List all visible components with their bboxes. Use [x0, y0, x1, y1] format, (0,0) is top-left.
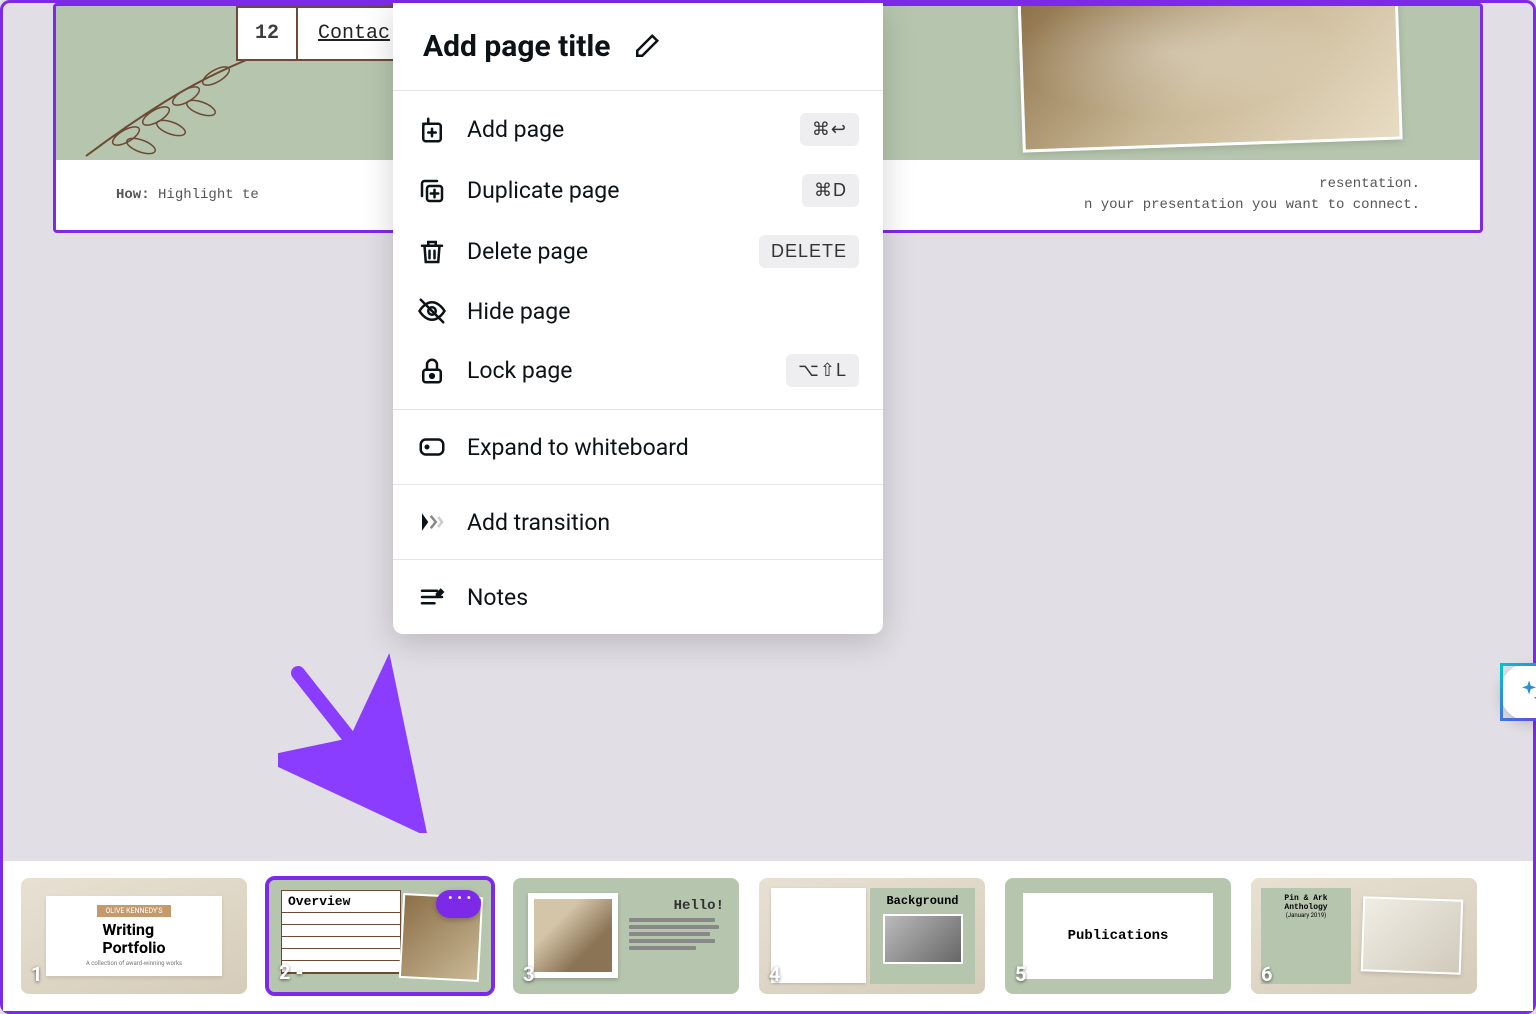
annotation-arrow — [278, 653, 438, 833]
notes-icon — [417, 582, 447, 612]
menu-shortcut: DELETE — [759, 235, 859, 268]
edit-title-icon[interactable] — [631, 32, 661, 62]
slide-table-row[interactable]: 12 Contac — [236, 6, 412, 61]
menu-label: Add page — [467, 116, 800, 143]
thumb-title: Publications — [1068, 928, 1169, 944]
page-title-input[interactable]: Add page title — [423, 29, 611, 64]
menu-shortcut: ⌘D — [802, 174, 859, 207]
add-transition-item[interactable]: Add transition — [393, 493, 883, 551]
thumbnail-strip: OLIVE KENNEDY'S Writing Portfolio A coll… — [3, 861, 1533, 1011]
transition-icon — [417, 507, 447, 537]
menu-shortcut: ⌥⇧L — [786, 354, 859, 387]
leaf-decoration — [76, 46, 276, 166]
menu-label: Lock page — [467, 357, 786, 384]
thumbnail-5[interactable]: Publications 5 — [1003, 876, 1233, 996]
thumbnail-2[interactable]: Overview 2 - — [265, 876, 495, 996]
thumb-number: 3 — [523, 962, 534, 986]
footer-how-label: How: — [116, 187, 150, 203]
menu-label: Expand to whiteboard — [467, 434, 859, 461]
menu-label: Delete page — [467, 238, 759, 265]
hide-icon — [417, 296, 447, 326]
thumb-number: 1 — [31, 962, 42, 986]
delete-page-item[interactable]: Delete page DELETE — [393, 221, 883, 282]
thumb-number: 4 — [769, 962, 780, 986]
thumb-title: Pin & Ark Anthology — [1267, 894, 1345, 912]
thumb-title: Hello! — [674, 898, 724, 914]
duplicate-icon — [417, 176, 447, 206]
thumb-title: Background — [886, 894, 958, 908]
row-number: 12 — [238, 8, 298, 59]
page-context-menu: Add page title Add page ⌘↩ Duplicate pag… — [393, 3, 883, 634]
add-page-icon — [417, 115, 447, 145]
menu-shortcut: ⌘↩ — [800, 113, 859, 146]
thumbnail-1[interactable]: OLIVE KENNEDY'S Writing Portfolio A coll… — [19, 876, 249, 996]
thumb-sub: A collection of award-winning works — [86, 960, 182, 967]
menu-label: Notes — [467, 584, 859, 611]
thumbnail-6[interactable]: Pin & Ark Anthology(January 2019) 6 — [1249, 876, 1479, 996]
thumbnail-3[interactable]: Hello! 3 — [511, 876, 741, 996]
menu-header: Add page title — [393, 3, 883, 91]
add-page-item[interactable]: Add page ⌘↩ — [393, 99, 883, 160]
expand-whiteboard-item[interactable]: Expand to whiteboard — [393, 418, 883, 476]
sparkle-icon — [1515, 678, 1536, 706]
thumb-number: 2 - — [279, 960, 303, 984]
thumb-number: 6 — [1261, 962, 1272, 986]
thumb-title: Overview — [282, 891, 400, 913]
thumb-tag: OLIVE KENNEDY'S — [97, 905, 170, 917]
magic-fab-button[interactable] — [1500, 663, 1536, 721]
menu-label: Hide page — [467, 298, 859, 325]
thumb-number: 5 — [1015, 962, 1026, 986]
duplicate-page-item[interactable]: Duplicate page ⌘D — [393, 160, 883, 221]
footer-right: resentation.n your presentation you want… — [1084, 174, 1420, 216]
trash-icon — [417, 237, 447, 267]
thumb-sub: (January 2019) — [1267, 912, 1345, 919]
slide-photo[interactable] — [1017, 3, 1402, 153]
expand-icon — [417, 432, 447, 462]
footer-how-text: Highlight te — [158, 187, 259, 203]
lock-page-item[interactable]: Lock page ⌥⇧L — [393, 340, 883, 401]
menu-label: Duplicate page — [467, 177, 802, 204]
notes-item[interactable]: Notes — [393, 568, 883, 626]
lock-icon — [417, 356, 447, 386]
thumbnail-4[interactable]: Background 4 — [757, 876, 987, 996]
thumb-title: Writing Portfolio — [102, 921, 165, 956]
menu-label: Add transition — [467, 509, 859, 536]
hide-page-item[interactable]: Hide page — [393, 282, 883, 340]
